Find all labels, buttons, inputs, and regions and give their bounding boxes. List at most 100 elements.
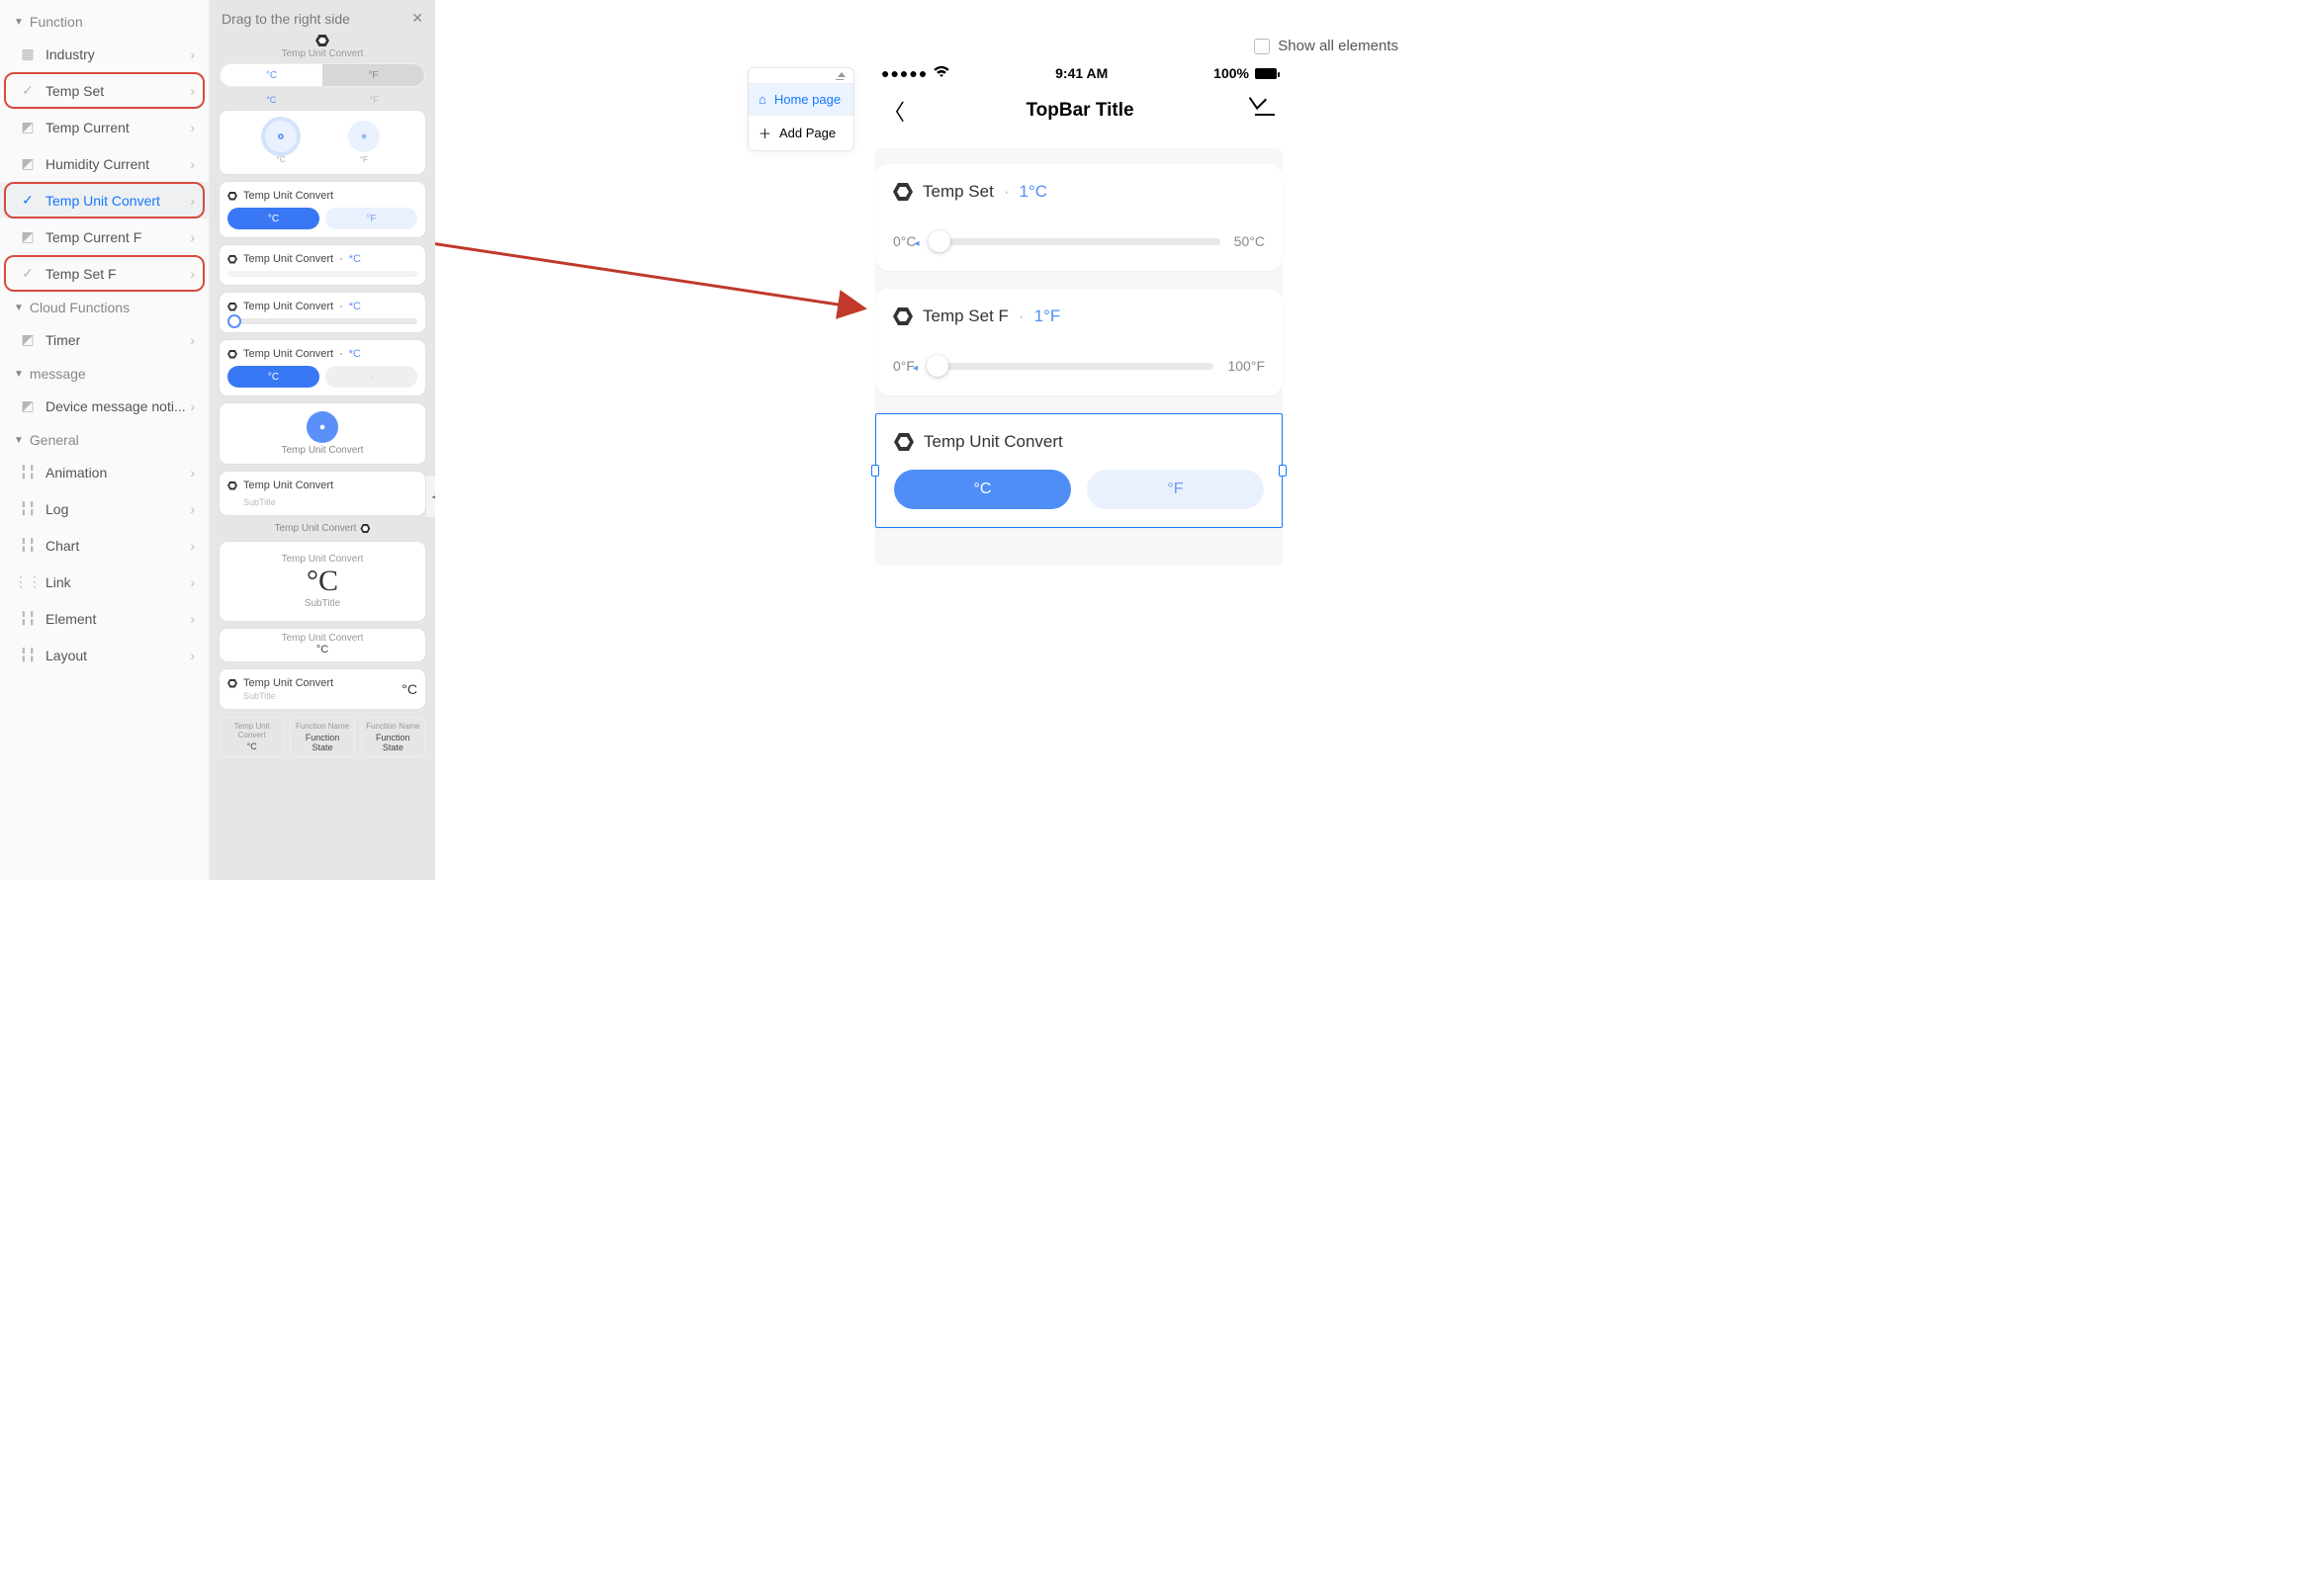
radial-label: °F <box>348 155 380 164</box>
pill-f[interactable]: · <box>325 366 417 388</box>
unit-button-c[interactable]: °C <box>894 470 1071 509</box>
sidebar-item-temp-set-f[interactable]: ✓Temp Set F › <box>0 255 209 292</box>
component-slider-2[interactable]: Temp Unit Convert·*C <box>220 293 425 332</box>
pill-c[interactable]: °C <box>227 366 319 388</box>
slider[interactable]: 0°F ◂ 100°F <box>893 358 1265 374</box>
chevron-right-icon: › <box>190 156 195 172</box>
card-value: 1°F <box>1034 306 1061 326</box>
component-radial[interactable]: °C °F <box>220 111 425 174</box>
component-title: Temp Unit Convert <box>243 190 333 202</box>
card-title-text: Temp Unit Convert <box>924 432 1063 452</box>
sidebar-item-label: Industry <box>45 46 95 62</box>
page-home[interactable]: ⌂ Home page <box>749 84 853 115</box>
components-panel-title: Drag to the right side <box>222 11 350 27</box>
sidebar-item-animation[interactable]: ╏╏Animation › <box>0 454 209 490</box>
pill-c[interactable]: °C <box>227 208 319 229</box>
component-pill-mixed[interactable]: Temp Unit Convert·*C °C · <box>220 340 425 395</box>
panel-collapse-toggle[interactable]: ◂ <box>426 475 435 518</box>
checkbox-icon[interactable] <box>1254 39 1270 54</box>
group-general[interactable]: ▼ General <box>0 424 209 454</box>
card-value: 1°C <box>1019 182 1047 202</box>
group-function[interactable]: ▼ Function <box>0 6 209 36</box>
sidebar-item-humidity-current[interactable]: ◩Humidity Current › <box>0 145 209 182</box>
sidebar-item-link[interactable]: ⋮⋮Link › <box>0 564 209 600</box>
radial-label: °C <box>265 155 297 164</box>
big-value: °C <box>227 565 417 598</box>
seg-c[interactable]: °C <box>221 64 322 86</box>
slider[interactable]: 0°C ◂ 50°C <box>893 233 1265 249</box>
component-titled[interactable]: Temp Unit Convert SubTitle <box>220 472 425 515</box>
group-cloud-functions[interactable]: ▼ Cloud Functions <box>0 292 209 321</box>
component-title: Temp Unit Convert <box>275 523 357 534</box>
component-gear-center[interactable]: Temp Unit Convert <box>220 403 425 464</box>
slider-track[interactable]: ◂ <box>929 363 1214 370</box>
slider-thumb[interactable] <box>929 230 950 252</box>
close-icon[interactable]: ✕ <box>411 10 423 27</box>
sidebar-item-label: Temp Unit Convert <box>45 193 160 209</box>
sidebar-item-chart[interactable]: ╏╏Chart › <box>0 527 209 564</box>
selection-handle-right[interactable] <box>1279 465 1287 477</box>
component-function-cells[interactable]: Temp Unit Convert °C Function Name Funct… <box>220 717 425 757</box>
sidebar-item-log[interactable]: ╏╏Log › <box>0 490 209 527</box>
hex-icon <box>893 307 913 325</box>
sidebar-item-layout[interactable]: ╏╏Layout › <box>0 637 209 673</box>
func-cell[interactable]: Function Name Function State <box>290 717 354 757</box>
chevron-right-icon: › <box>190 46 195 62</box>
sidebar-item-element[interactable]: ╏╏Element › <box>0 600 209 637</box>
page-add[interactable]: ＋ Add Page <box>749 116 853 150</box>
slider-track[interactable]: ◂ <box>931 238 1220 245</box>
pages-drag-handle[interactable] <box>749 68 853 84</box>
sidebar-item-label: Animation <box>45 465 107 481</box>
hex-icon <box>227 481 237 490</box>
sidebar-item-temp-unit-convert[interactable]: ✓Temp Unit Convert › <box>0 182 209 219</box>
chevron-right-icon: › <box>190 538 195 554</box>
component-big-display[interactable]: Temp Unit Convert °C SubTitle <box>220 542 425 621</box>
sidebar-item-industry[interactable]: ▦Industry › <box>0 36 209 72</box>
label-c: °C <box>266 95 276 105</box>
row-value: °C <box>402 681 417 697</box>
small-value: °C <box>227 644 417 656</box>
group-message[interactable]: ▼ message <box>0 358 209 388</box>
slider-track[interactable] <box>227 271 417 277</box>
sidebar-item-temp-current[interactable]: ◩Temp Current › <box>0 109 209 145</box>
component-pills[interactable]: Temp Unit Convert °C °F <box>220 182 425 237</box>
cube-icon: ◩ <box>20 228 36 245</box>
card-temp-set[interactable]: Temp Set · 1°C 0°C ◂ 50°C <box>875 164 1283 271</box>
edit-icon[interactable] <box>1255 103 1275 119</box>
sidebar-item-device-message[interactable]: ◩Device message noti... › <box>0 388 209 424</box>
link-icon: ⋮⋮ <box>20 573 36 590</box>
func-cell[interactable]: Function Name Function State <box>361 717 425 757</box>
func-cell[interactable]: Temp Unit Convert °C <box>220 717 284 757</box>
component-title: Temp Unit Convert <box>243 677 333 689</box>
pill-f[interactable]: °F <box>325 208 417 229</box>
slider-thumb[interactable] <box>227 314 241 328</box>
component-row-with-value[interactable]: Temp Unit Convert SubTitle °C <box>220 669 425 709</box>
signal-icon: ●●●●● <box>881 65 928 81</box>
component-value: *C <box>349 348 361 360</box>
back-icon[interactable]: 〈 <box>883 95 905 127</box>
sidebar-item-temp-set[interactable]: ✓Temp Set › <box>0 72 209 109</box>
sliders-icon: ╏╏ <box>20 500 36 517</box>
card-temp-set-f[interactable]: Temp Set F · 1°F 0°F ◂ 100°F <box>875 289 1283 395</box>
component-small-display[interactable]: Temp Unit Convert °C <box>220 629 425 661</box>
card-temp-unit-convert[interactable]: Temp Unit Convert °C °F <box>875 413 1283 528</box>
component-segmented-white[interactable]: °C °F <box>220 63 425 87</box>
func-title: Function Name <box>366 722 420 731</box>
sliders-icon: ╏╏ <box>20 610 36 627</box>
func-value: °C <box>224 742 279 751</box>
status-bar: ●●●●● 9:41 AM 100% <box>875 63 1283 81</box>
selection-handle-left[interactable] <box>871 465 879 477</box>
hex-icon <box>227 350 237 359</box>
chevron-right-icon: › <box>190 229 195 245</box>
status-time: 9:41 AM <box>1055 65 1108 81</box>
show-all-toggle[interactable]: Show all elements <box>1254 38 1398 54</box>
seg-f[interactable]: °F <box>322 64 424 86</box>
slider-track[interactable] <box>227 318 417 324</box>
component-slider-1[interactable]: Temp Unit Convert·*C <box>220 245 425 285</box>
unit-button-f[interactable]: °F <box>1087 470 1264 509</box>
slider-min: 0°C <box>893 233 917 249</box>
sidebar-item-temp-current-f[interactable]: ◩Temp Current F › <box>0 219 209 255</box>
slider-thumb[interactable] <box>927 355 948 377</box>
sidebar-item-label: Layout <box>45 648 87 663</box>
sidebar-item-timer[interactable]: ◩Timer › <box>0 321 209 358</box>
